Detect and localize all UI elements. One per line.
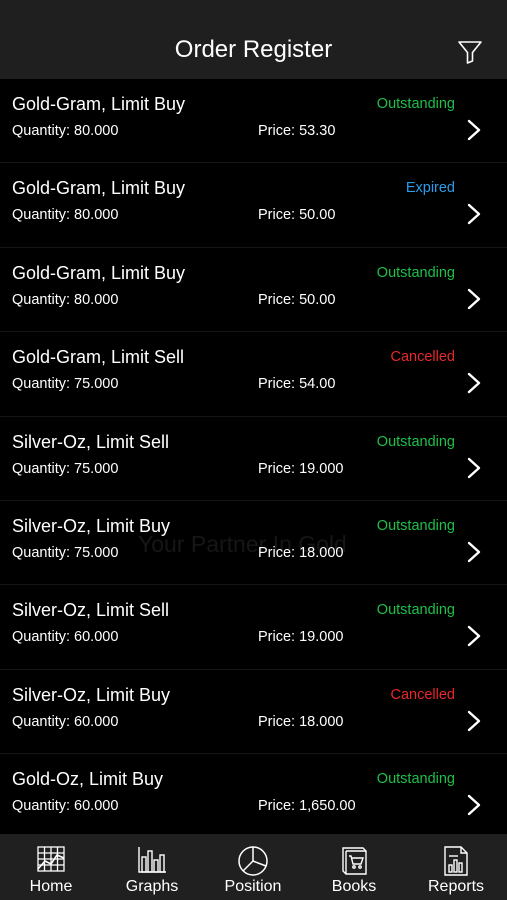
order-quantity: Quantity: 60.000	[12, 713, 119, 730]
order-quantity: Quantity: 80.000	[12, 291, 119, 308]
pie-chart-icon	[238, 846, 268, 876]
order-status: Cancelled	[390, 349, 456, 366]
order-price: Price: 50.00	[258, 291, 336, 308]
order-row[interactable]: Silver-Oz, Limit Buy Cancelled Quantity: 6…	[0, 670, 507, 755]
order-price: Price: 19.000	[258, 629, 344, 646]
order-title: Gold-Gram, Limit Buy	[12, 262, 186, 283]
bottom-tab-bar: Home Graphs Position Books Reports	[0, 834, 507, 900]
tab-label: Position	[224, 878, 282, 895]
tab-books[interactable]: Books	[304, 834, 404, 900]
order-price: Price: 54.00	[258, 376, 336, 393]
order-row[interactable]: Gold-Gram, Limit Buy Expired Quantity: 80.…	[0, 163, 507, 248]
chevron-right-icon[interactable]	[466, 541, 482, 563]
tab-home[interactable]: Home	[1, 834, 101, 900]
chevron-right-icon[interactable]	[466, 625, 482, 647]
order-title: Silver-Oz, Limit Sell	[12, 600, 170, 621]
tab-label: Reports	[427, 878, 485, 895]
order-title: Gold-Gram, Limit Buy	[12, 178, 186, 199]
order-row[interactable]: Gold-Gram, Limit Buy Outstanding Quantity:…	[0, 79, 507, 164]
grid-chart-icon	[37, 846, 65, 872]
order-status: Outstanding	[376, 264, 455, 281]
order-title: Gold-Oz, Limit Buy	[12, 769, 164, 790]
app-header: Order Register	[0, 0, 507, 79]
order-price: Price: 18.000	[258, 545, 344, 561]
chevron-right-icon[interactable]	[466, 710, 482, 732]
order-price: Price: 50.00	[258, 207, 336, 224]
tab-graphs[interactable]: Graphs	[102, 834, 202, 900]
order-title: Silver-Oz, Limit Buy	[12, 684, 171, 705]
order-price: Price: 18.000	[258, 713, 344, 730]
order-price: Price: 1,650.00	[258, 798, 356, 815]
order-price: Price: 19.000	[258, 460, 344, 477]
order-list: Your Partner In Gold Gold-Gram, Limit Bu…	[0, 79, 507, 832]
chevron-right-icon[interactable]	[466, 794, 482, 816]
chevron-right-icon[interactable]	[466, 288, 482, 310]
order-status: Outstanding	[376, 771, 455, 788]
chevron-right-icon[interactable]	[466, 457, 482, 479]
order-status: Cancelled	[390, 686, 456, 703]
order-title: Silver-Oz, Limit Sell	[12, 431, 170, 452]
order-status: Outstanding	[376, 96, 455, 112]
order-title: Gold-Gram, Limit Sell	[12, 347, 185, 368]
bar-chart-icon	[138, 847, 166, 873]
report-icon	[444, 846, 468, 876]
tab-position[interactable]: Position	[203, 834, 303, 900]
order-row[interactable]: Silver-Oz, Limit Sell Outstanding Quantity…	[0, 585, 507, 670]
order-price: Price: 53.30	[258, 123, 336, 139]
order-quantity: Quantity: 75.000	[12, 376, 119, 393]
order-row[interactable]: Silver-Oz, Limit Sell Outstanding Quantity…	[0, 417, 507, 501]
order-quantity: Quantity: 75.000	[12, 460, 119, 477]
filter-button[interactable]	[456, 38, 484, 66]
chevron-right-icon[interactable]	[466, 203, 482, 225]
order-quantity: Quantity: 60.000	[12, 798, 119, 815]
order-quantity: Quantity: 80.000	[12, 123, 119, 139]
chevron-right-icon[interactable]	[466, 372, 482, 394]
tab-label: Home	[29, 878, 73, 895]
order-row[interactable]: Gold-Gram, Limit Buy Outstanding Quantity:…	[0, 248, 507, 333]
chevron-right-icon[interactable]	[466, 119, 482, 141]
order-quantity: Quantity: 80.000	[12, 207, 119, 224]
order-quantity: Quantity: 75.000	[12, 545, 119, 561]
order-status: Outstanding	[376, 433, 455, 450]
order-status: Expired	[405, 180, 455, 197]
order-row[interactable]: Silver-Oz, Limit Buy Outstanding Quantity:…	[0, 501, 507, 586]
order-title: Silver-Oz, Limit Buy	[12, 516, 171, 536]
cart-book-icon	[342, 847, 367, 875]
order-status: Outstanding	[376, 518, 455, 534]
tab-label: Books	[331, 878, 377, 895]
filter-icon	[458, 41, 482, 64]
order-title: Gold-Gram, Limit Buy	[12, 94, 186, 114]
order-row[interactable]: Gold-Oz, Limit Buy Outstanding Quantity: 6…	[0, 754, 507, 832]
tab-reports[interactable]: Reports	[406, 834, 506, 900]
tab-label: Graphs	[125, 878, 179, 895]
order-row[interactable]: Gold-Gram, Limit Sell Cancelled Quantity: …	[0, 332, 507, 417]
order-status: Outstanding	[376, 602, 455, 619]
order-quantity: Quantity: 60.000	[12, 629, 119, 646]
page-title: Order Register	[174, 36, 333, 63]
